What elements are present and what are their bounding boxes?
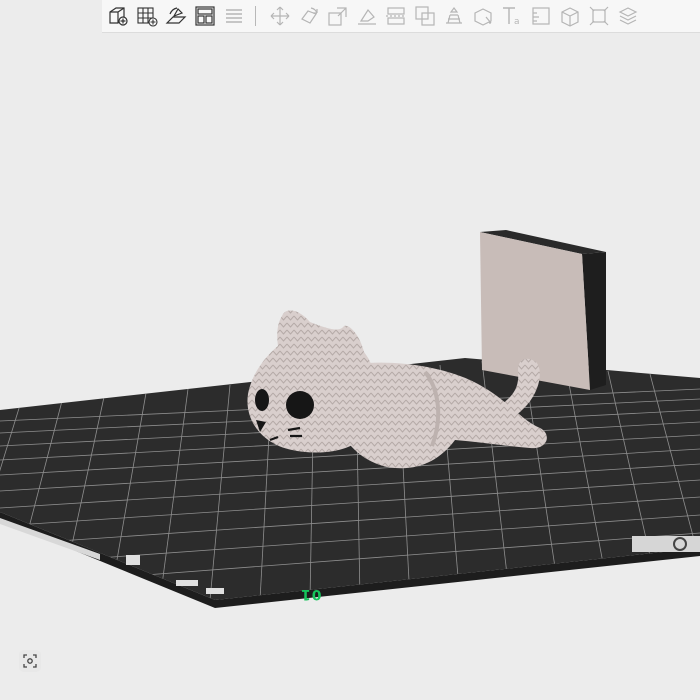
wipe-tower[interactable] bbox=[480, 230, 606, 390]
screenshot-icon[interactable] bbox=[19, 650, 41, 672]
viewport-3d[interactable] bbox=[0, 0, 700, 700]
plate-number-label: 01 bbox=[300, 586, 322, 602]
